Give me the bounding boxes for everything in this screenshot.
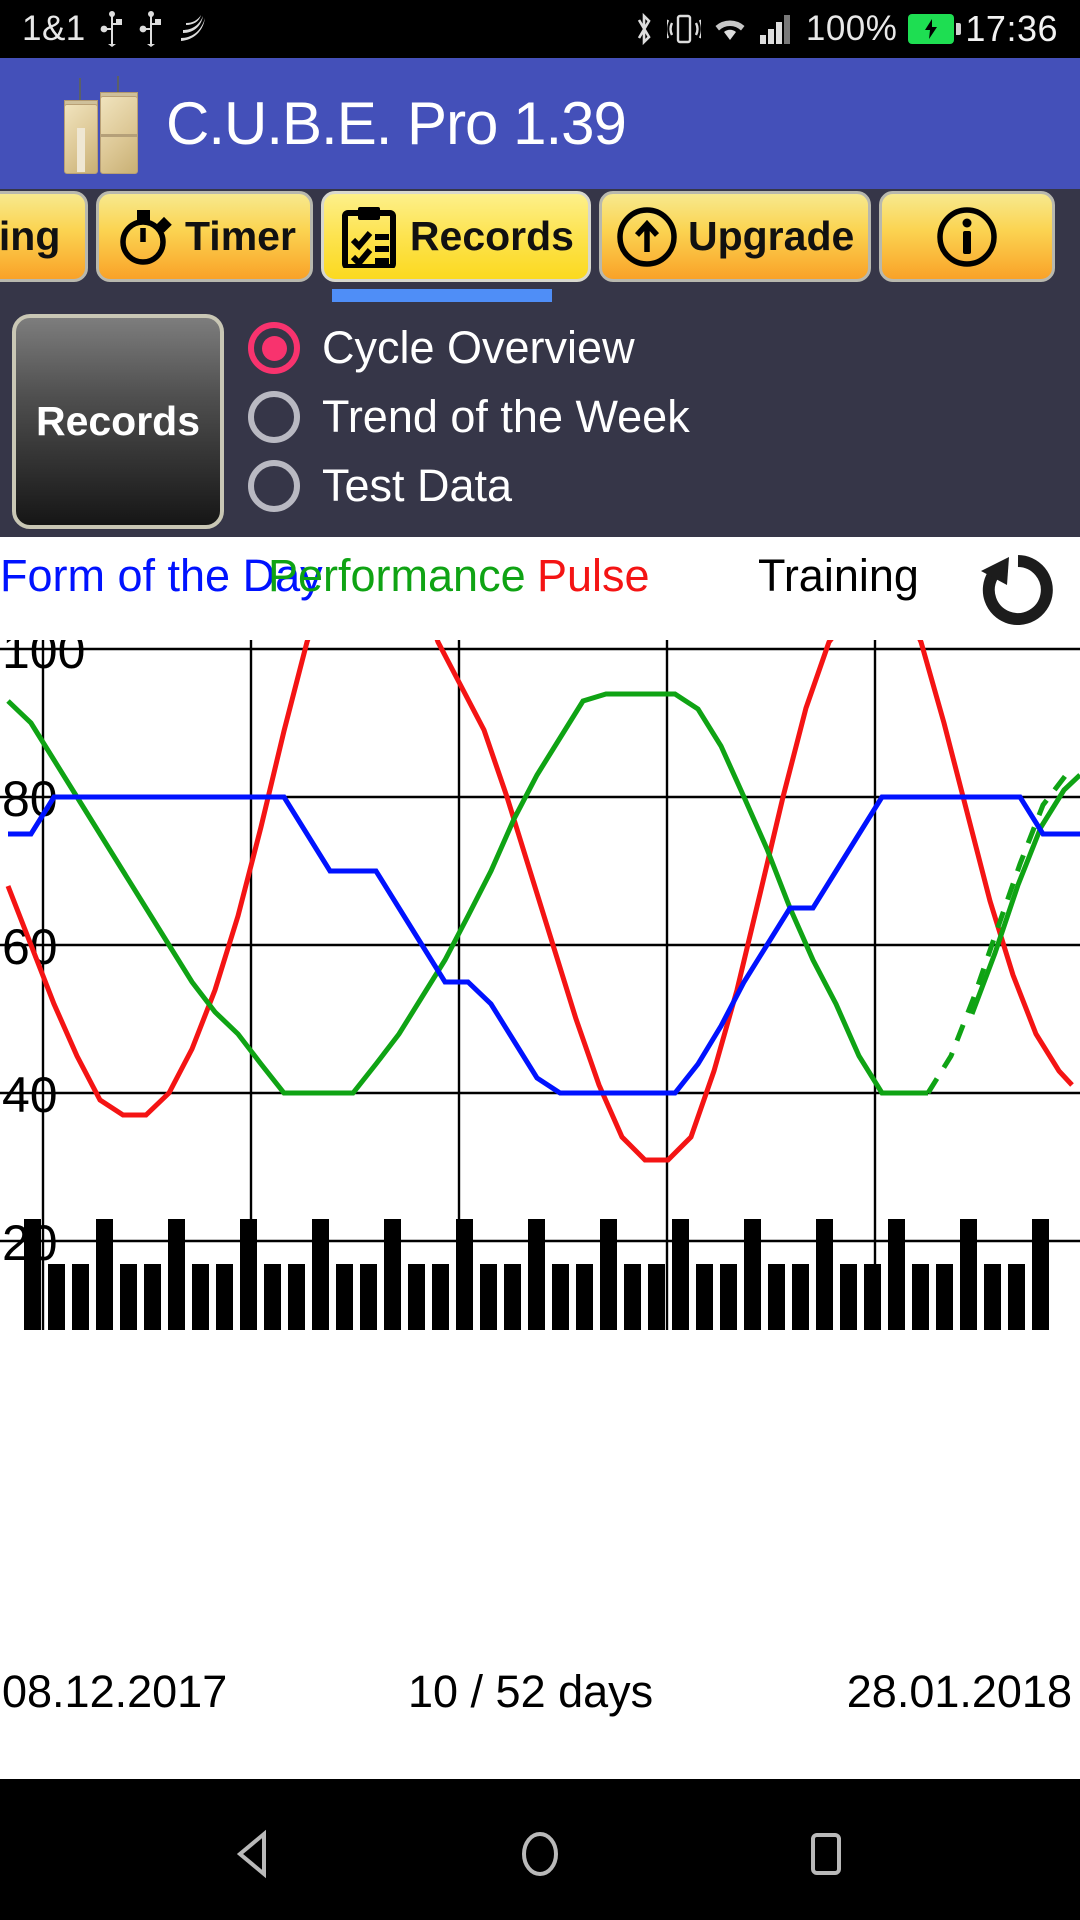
arrow-up-circle-icon xyxy=(616,206,678,268)
chart-legend: Form of the Day Performance Pulse Traini… xyxy=(0,537,1080,640)
vibrate-icon xyxy=(666,11,701,47)
bluetooth-icon xyxy=(632,11,656,47)
radio-button-selected-icon[interactable] xyxy=(248,322,300,374)
recents-square-icon[interactable] xyxy=(791,1819,861,1889)
biorhythm-plot: 100 80 60 40 20 xyxy=(0,640,1080,1699)
app-header: C.U.B.E. Pro 1.39 xyxy=(0,58,1080,189)
tab-training[interactable]: aining xyxy=(0,191,88,282)
status-bar-right: 100% 17:36 xyxy=(632,8,1058,50)
home-circle-icon[interactable] xyxy=(505,1819,575,1889)
back-triangle-icon[interactable] xyxy=(219,1819,289,1889)
radio-label-trend-of-the-week: Trend of the Week xyxy=(322,391,690,442)
signal-icon xyxy=(759,13,795,45)
clock-label: 17:36 xyxy=(965,8,1058,49)
reset-circular-arrow-icon[interactable] xyxy=(975,547,1061,633)
tab-timer-label: Timer xyxy=(185,213,296,259)
wooden-cubes-logo xyxy=(60,75,150,174)
radio-option-trend-of-the-week[interactable]: Trend of the Week xyxy=(248,391,690,443)
carrier-label: 1&1 xyxy=(22,9,86,48)
status-bar: 1&1 100% 17:36 xyxy=(0,0,1080,58)
clipboard-checklist-icon xyxy=(338,206,400,270)
info-circle-icon xyxy=(936,206,998,268)
usb-icon xyxy=(138,11,164,47)
x-axis-labels: 08.12.2017 10 / 52 days 28.01.2018 xyxy=(0,1666,1080,1726)
battery-charging-icon xyxy=(908,14,962,44)
tab-training-label: aining xyxy=(0,213,61,259)
status-bar-left: 1&1 xyxy=(22,9,209,49)
legend-item-performance: Performance xyxy=(268,550,526,601)
tab-timer[interactable]: Timer xyxy=(96,191,313,282)
x-axis-start-date: 08.12.2017 xyxy=(2,1666,228,1717)
view-mode-radio-group: Cycle Overview Trend of the Week Test Da… xyxy=(248,314,690,537)
x-axis-cycle-label: 10 / 52 days xyxy=(408,1666,654,1717)
y-tick-100: 100 xyxy=(2,640,85,679)
battery-percent-label: 100% xyxy=(805,9,898,48)
tab-bar: aining Timer xyxy=(0,189,1080,302)
usb-icon xyxy=(99,11,125,47)
phone-screen: 1&1 100% 17:36 C.U.B.E. Pro 1.39 ing Tim… xyxy=(0,0,1080,1920)
tab-upgrade[interactable]: Upgrade xyxy=(598,191,872,282)
tab-upgrade-label: Upgrade xyxy=(687,213,855,259)
y-tick-40: 40 xyxy=(2,1067,58,1123)
radio-button-icon[interactable] xyxy=(248,460,300,512)
radio-option-test-data[interactable]: Test Data xyxy=(248,460,690,512)
records-button[interactable]: Records xyxy=(12,314,224,529)
tab-info[interactable] xyxy=(879,191,1056,282)
radio-label-cycle-overview: Cycle Overview xyxy=(322,322,635,373)
radio-option-cycle-overview[interactable]: Cycle Overview xyxy=(248,322,690,374)
records-options-panel: Records Cycle Overview Trend of the Week… xyxy=(0,302,1080,537)
plot-svg: 100 80 60 40 20 xyxy=(0,640,1080,1699)
stopwatch-icon xyxy=(113,206,175,268)
legend-item-training: Training xyxy=(758,550,919,601)
records-button-label: Records xyxy=(35,398,201,444)
android-nav-bar xyxy=(0,1788,1080,1920)
tab-records[interactable]: Records xyxy=(320,191,591,282)
series-training-bars xyxy=(24,1219,1049,1330)
y-tick-80: 80 xyxy=(2,771,58,827)
x-axis-end-date: 28.01.2018 xyxy=(846,1666,1072,1717)
page-title: C.U.B.E. Pro 1.39 xyxy=(166,90,627,157)
legend-item-pulse: Pulse xyxy=(537,550,650,601)
active-tab-indicator xyxy=(332,289,552,302)
wifi-icon xyxy=(712,14,748,44)
radio-button-icon[interactable] xyxy=(248,391,300,443)
tab-records-label: Records xyxy=(409,213,574,259)
radio-label-test-data: Test Data xyxy=(322,460,513,511)
chart-card: Form of the Day Performance Pulse Traini… xyxy=(0,537,1080,1779)
swiftkey-icon xyxy=(177,12,209,46)
